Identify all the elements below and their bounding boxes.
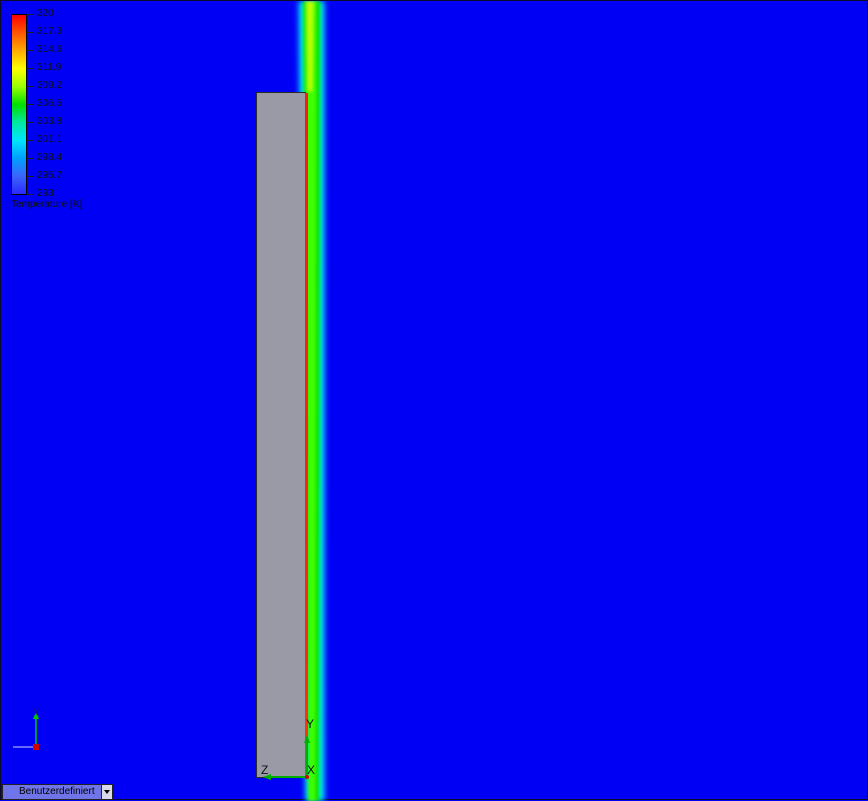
triad-y-label: Y [33, 707, 40, 717]
legend-title: Temperature [K] [11, 199, 83, 210]
3d-viewport[interactable]: 320 317.3 314.6 311.9 309.2 306.5 303.8 … [0, 0, 868, 801]
model-y-label: Y [306, 717, 315, 731]
legend-tick: 301.1 [26, 134, 63, 145]
legend-tick: 309.2 [26, 80, 63, 91]
legend-tick: 317.3 [26, 26, 63, 37]
model-coordinate-triad: Y Z X [259, 717, 319, 781]
chevron-down-icon[interactable] [101, 785, 112, 799]
view-orientation-value[interactable]: Benutzerdefiniert [3, 785, 102, 799]
legend-tick: 320 [27, 8, 54, 19]
legend-tick: 306.5 [26, 98, 63, 109]
model-x-label: X [307, 763, 316, 777]
legend-color-bar [11, 14, 27, 195]
heated-plate[interactable] [256, 92, 306, 778]
view-orientation-select[interactable]: Benutzerdefiniert [2, 784, 113, 800]
temperature-legend[interactable]: 320 317.3 314.6 311.9 309.2 306.5 303.8 … [9, 5, 129, 215]
legend-tick: 311.9 [26, 62, 62, 73]
plate-hot-edge [305, 93, 308, 777]
legend-tick: 293 [27, 188, 54, 199]
triad-axes-icon [13, 712, 39, 750]
orientation-triad: Y [9, 707, 49, 755]
model-z-label: Z [261, 763, 269, 777]
legend-tick: 303.8 [26, 116, 63, 127]
legend-tick: 298.4 [26, 152, 63, 163]
legend-tick: 295.7 [26, 170, 63, 181]
legend-tick: 314.6 [26, 44, 63, 55]
